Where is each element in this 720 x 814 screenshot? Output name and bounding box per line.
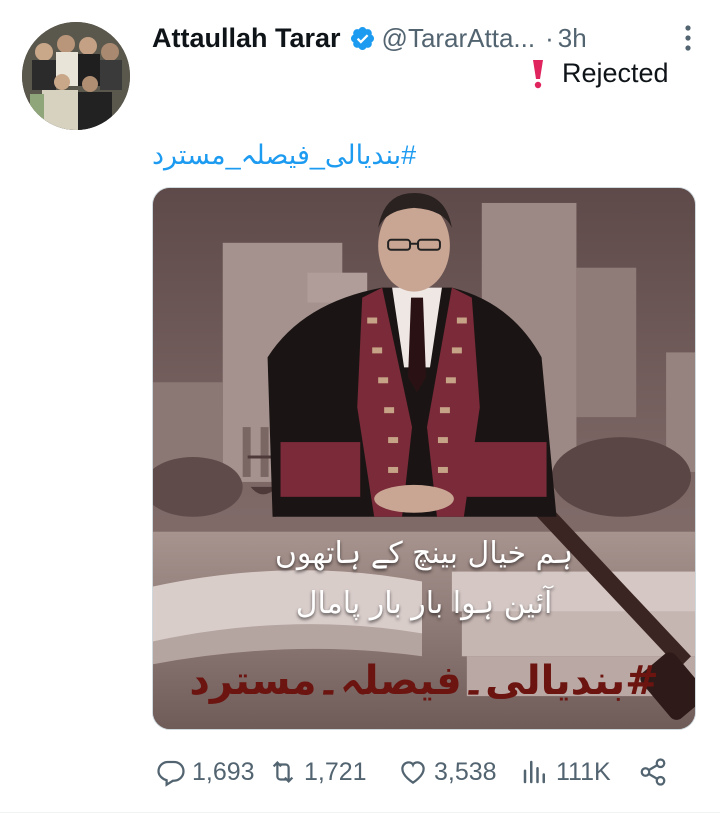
reply-icon (157, 760, 185, 787)
media-urdu-line-1: ہم خیال بینچ کے ہاتھوں (274, 536, 574, 571)
share-button[interactable] (638, 752, 674, 792)
like-count: 3,538 (434, 757, 497, 786)
tweet-actions-bar: 1,693 1,721 3,538 111K (156, 752, 676, 792)
reply-button[interactable]: 1,693 (156, 752, 255, 792)
tweet-timestamp[interactable]: 3h (558, 23, 587, 54)
retweet-button[interactable]: 1,721 (268, 752, 367, 792)
reply-count: 1,693 (192, 757, 255, 786)
retweet-icon (272, 761, 294, 783)
bottom-divider (0, 812, 720, 813)
author-avatar[interactable] (22, 22, 130, 130)
analytics-icon (523, 760, 545, 784)
media-urdu-line-2: آئین ہوا بار بار پامال (295, 586, 553, 621)
separator-dot: · (545, 22, 554, 53)
views-count: 111K (556, 757, 611, 786)
heart-icon (401, 761, 425, 784)
hashtag-link[interactable]: #بندیالی_فیصلہ_مسترد (152, 140, 416, 171)
author-handle[interactable]: @TararAtta... (382, 23, 536, 54)
author-name[interactable]: Attaullah Tarar (152, 23, 341, 54)
tweet-body-text: Rejected (562, 58, 669, 88)
media-illustration (153, 188, 695, 729)
verified-badge-icon (350, 26, 374, 50)
tweet-text: Rejected (530, 58, 669, 89)
more-options-icon[interactable] (682, 24, 694, 52)
retweet-count: 1,721 (304, 757, 367, 786)
media-urdu-hashtag: #بندیالی۔فیصلہ۔مسترد (189, 658, 659, 704)
tweet-header: Attaullah Tarar @TararAtta... · 3h (152, 18, 694, 58)
like-button[interactable]: 3,538 (398, 752, 497, 792)
avatar-photo (22, 22, 130, 130)
views-button[interactable]: 111K (520, 752, 611, 792)
share-icon (640, 758, 666, 786)
tweet-media-image[interactable]: ہم خیال بینچ کے ہاتھوں آئین ہوا بار بار … (152, 187, 696, 730)
red-exclamation-icon (533, 59, 543, 88)
